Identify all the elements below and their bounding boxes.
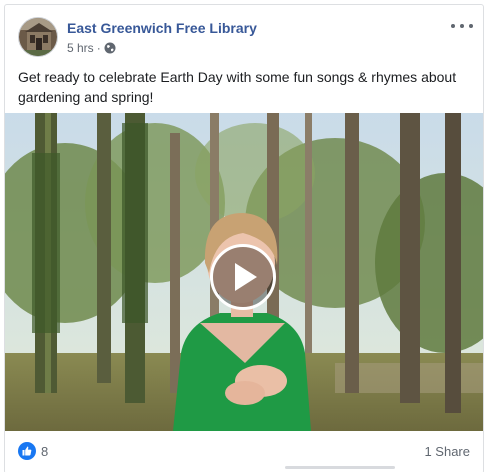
video-player[interactable] xyxy=(5,113,483,431)
post-footer: 8 1 Share xyxy=(5,431,483,471)
page-name-link[interactable]: East Greenwich Free Library xyxy=(67,20,257,36)
globe-icon[interactable] xyxy=(104,42,116,54)
like-icon xyxy=(18,442,36,460)
play-icon[interactable] xyxy=(210,244,276,310)
post-meta: 5 hrs · xyxy=(67,41,116,55)
meta-separator: · xyxy=(96,41,101,55)
reactions-summary[interactable]: 8 xyxy=(18,442,48,460)
library-photo xyxy=(19,18,57,56)
page-avatar[interactable] xyxy=(18,17,58,57)
loading-bar xyxy=(285,466,395,469)
post-message: Get ready to celebrate Earth Day with so… xyxy=(18,69,457,105)
post-timestamp[interactable]: 5 hrs xyxy=(67,41,94,55)
share-count-link[interactable]: 1 Share xyxy=(424,444,470,459)
feed-post: East Greenwich Free Library 5 hrs · Get … xyxy=(4,4,484,472)
more-options-icon[interactable] xyxy=(451,19,473,33)
reaction-count: 8 xyxy=(41,443,49,459)
